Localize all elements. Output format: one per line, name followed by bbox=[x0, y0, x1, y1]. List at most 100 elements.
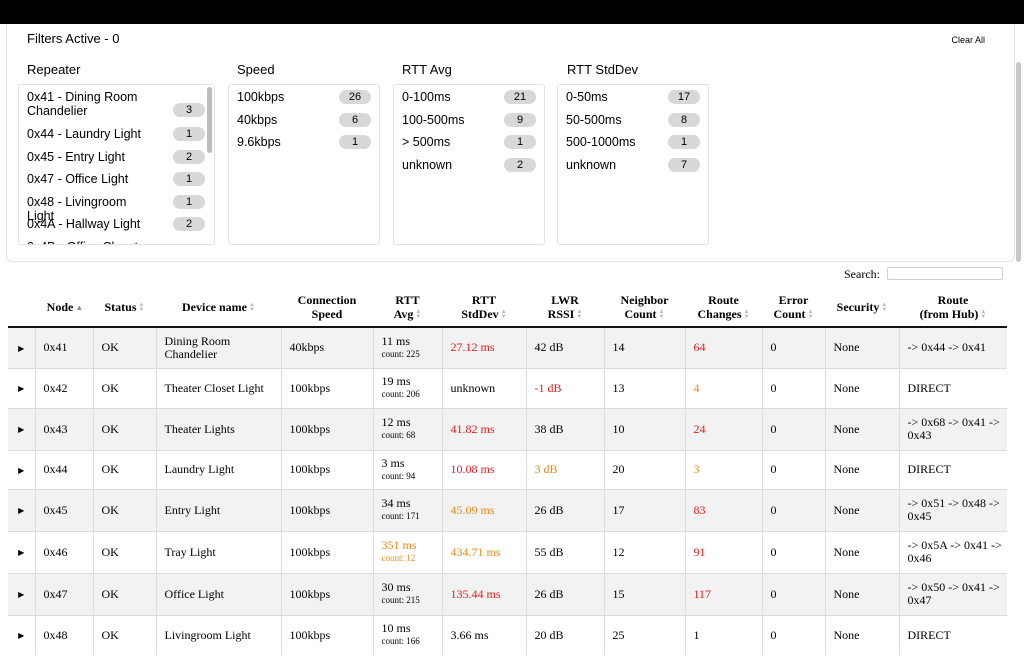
expand-triangle-icon[interactable]: ▶ bbox=[18, 344, 24, 353]
expand-cell[interactable]: ▶ bbox=[8, 530, 35, 573]
filter-option[interactable]: 0x47 - Office Light 1 bbox=[27, 172, 206, 195]
table-row[interactable]: ▶ 0x48 OK Livingroom Light 100kbps 10 ms count… bbox=[8, 614, 1007, 655]
filter-option[interactable]: 0x4B - Office Closet Light bbox=[27, 240, 206, 245]
sort-icon: ▲ ▼ bbox=[415, 308, 422, 320]
filter-option[interactable]: > 500ms 1 bbox=[402, 135, 536, 158]
col-speed-header[interactable]: Connection Speed bbox=[281, 287, 373, 328]
error-count-cell: 0 bbox=[761, 488, 825, 531]
repeater-list-scrollbar[interactable] bbox=[207, 87, 212, 153]
rtt-stddev-cell: 27.12 ms bbox=[441, 326, 526, 368]
rtt-avg-value: 34 ms bbox=[381, 496, 411, 510]
expand-cell[interactable]: ▶ bbox=[8, 367, 35, 408]
filter-option[interactable]: 40kbps 6 bbox=[237, 112, 371, 136]
status-cell: OK bbox=[92, 614, 156, 655]
clear-all-button[interactable]: Clear All bbox=[951, 35, 985, 45]
rtt-count: count: 215 bbox=[381, 595, 420, 605]
expand-triangle-icon[interactable]: ▶ bbox=[18, 384, 24, 393]
col-neighbor-header[interactable]: Neighbor Count ▲ ▼ bbox=[604, 287, 685, 328]
speed-filter-list[interactable]: 100kbps 26 40kbps 6 9.6kbps 1 bbox=[228, 84, 380, 245]
filter-option-label: 100kbps bbox=[237, 90, 285, 104]
expand-triangle-icon[interactable]: ▶ bbox=[18, 548, 24, 557]
col-device-header[interactable]: Device name ▲ ▼ bbox=[156, 287, 281, 328]
rtt-avg-filter-list[interactable]: 0-100ms 21 100-500ms 9 > 500ms 1 unknown 2 bbox=[393, 84, 545, 245]
filter-option[interactable]: 100kbps 26 bbox=[237, 90, 371, 113]
col-rtt-stddev-header[interactable]: RTT StdDev ▲ ▼ bbox=[442, 287, 526, 328]
col-node-header[interactable]: Node ▲ bbox=[35, 287, 93, 328]
filter-option-label: 0-100ms bbox=[402, 90, 451, 104]
filter-option-label: 0x45 - Entry Light bbox=[27, 149, 125, 164]
rssi-cell: 20 dB bbox=[525, 614, 604, 655]
rtt-count: count: 206 bbox=[381, 389, 420, 399]
repeater-filter-list[interactable]: 0x41 - Dining Room Chandelier 3 0x44 - Lau… bbox=[18, 84, 215, 245]
filter-option[interactable]: 9.6kbps 1 bbox=[237, 135, 371, 158]
filter-option[interactable]: 0-100ms 21 bbox=[402, 90, 536, 113]
col-route-header[interactable]: Route (from Hub) ▲ ▼ bbox=[899, 287, 1007, 328]
filter-option[interactable]: unknown 7 bbox=[566, 157, 700, 181]
filter-option[interactable]: 0-50ms 17 bbox=[566, 90, 700, 113]
filter-option[interactable]: 0x45 - Entry Light 2 bbox=[27, 149, 206, 173]
filter-option-label: 100-500ms bbox=[402, 112, 465, 127]
nodes-table: Node ▲ Status ▲ ▼ Device name ▲ ▼ Connection S… bbox=[8, 287, 1007, 655]
table-row[interactable]: ▶ 0x42 OK Theater Closet Light 100kbps 19 ms c… bbox=[8, 367, 1007, 408]
table-row[interactable]: ▶ 0x47 OK Office Light 100kbps 30 ms count: 21… bbox=[8, 572, 1007, 615]
node-cell: 0x45 bbox=[34, 488, 93, 531]
table-row[interactable]: ▶ 0x46 OK Tray Light 100kbps 351 ms count: 12 4… bbox=[8, 530, 1007, 573]
search-input[interactable] bbox=[887, 267, 1003, 280]
expand-triangle-icon[interactable]: ▶ bbox=[18, 425, 24, 434]
filter-option-label: 0x47 - Office Light bbox=[27, 172, 129, 186]
rtt-stddev-filter-label: RTT StdDev bbox=[567, 62, 639, 77]
error-count-cell: 0 bbox=[761, 326, 825, 368]
route-cell: -> 0x44 -> 0x41 bbox=[898, 326, 1007, 368]
col-expand bbox=[8, 287, 35, 328]
expand-cell[interactable]: ▶ bbox=[8, 614, 35, 655]
filter-option[interactable]: 500-1000ms 1 bbox=[566, 135, 700, 158]
rtt-count: count: 171 bbox=[381, 511, 420, 521]
col-status-header[interactable]: Status ▲ ▼ bbox=[93, 287, 156, 328]
table-row[interactable]: ▶ 0x44 OK Laundry Light 100kbps 3 ms count: 94… bbox=[8, 449, 1007, 489]
filter-option[interactable]: 50-500ms 8 bbox=[566, 112, 700, 136]
expand-triangle-icon[interactable]: ▶ bbox=[18, 466, 24, 475]
table-row[interactable]: ▶ 0x43 OK Theater Lights 100kbps 12 ms count: … bbox=[8, 407, 1007, 450]
expand-cell[interactable]: ▶ bbox=[8, 449, 35, 489]
filter-option[interactable]: 0x48 - Livingroom Light 1 bbox=[27, 194, 206, 223]
expand-cell[interactable]: ▶ bbox=[8, 326, 35, 368]
col-route-changes-header[interactable]: Route Changes ▲ ▼ bbox=[685, 287, 762, 328]
expand-triangle-icon[interactable]: ▶ bbox=[18, 590, 24, 599]
neighbor-count-cell: 17 bbox=[603, 488, 685, 531]
rtt-stddev-filter-list[interactable]: 0-50ms 17 50-500ms 8 500-1000ms 1 unknown 7 bbox=[557, 84, 709, 245]
filter-option[interactable]: unknown 2 bbox=[402, 157, 536, 181]
filter-option-label: 0x4B - Office Closet Light bbox=[27, 240, 154, 245]
table-row[interactable]: ▶ 0x45 OK Entry Light 100kbps 34 ms count: 171… bbox=[8, 488, 1007, 531]
rtt-avg-value: 3 ms bbox=[381, 455, 405, 470]
expand-cell[interactable]: ▶ bbox=[8, 488, 35, 531]
sort-icon: ▲ ▼ bbox=[138, 301, 145, 313]
filter-option[interactable]: 0x41 - Dining Room Chandelier 3 bbox=[27, 90, 206, 127]
filter-count-badge: 3 bbox=[173, 103, 205, 117]
node-cell: 0x44 bbox=[34, 449, 93, 489]
node-cell: 0x47 bbox=[34, 572, 93, 615]
route-changes-cell: 64 bbox=[684, 326, 762, 368]
filter-option[interactable]: 0x4A - Hallway Light 2 bbox=[27, 217, 206, 240]
table-row[interactable]: ▶ 0x41 OK Dining Room Chandelier 40kbps 11 ms… bbox=[8, 326, 1007, 368]
rtt-stddev-cell: 45.09 ms bbox=[441, 488, 526, 531]
expand-triangle-icon[interactable]: ▶ bbox=[18, 506, 24, 515]
error-count-cell: 0 bbox=[761, 407, 825, 450]
rtt-avg-cell: 11 ms count: 225 bbox=[372, 326, 442, 368]
filter-count-badge: 2 bbox=[504, 157, 536, 172]
filter-option[interactable]: 100-500ms 9 bbox=[402, 112, 536, 136]
neighbor-count-cell: 12 bbox=[603, 530, 685, 573]
expand-cell[interactable]: ▶ bbox=[8, 572, 35, 615]
col-rtt-avg-header[interactable]: RTT Avg ▲ ▼ bbox=[373, 287, 442, 328]
page-scrollbar[interactable] bbox=[1016, 62, 1021, 262]
col-error-header[interactable]: Error Count ▲ ▼ bbox=[762, 287, 825, 328]
expand-cell[interactable]: ▶ bbox=[8, 407, 35, 450]
col-security-header[interactable]: Security ▲ ▼ bbox=[825, 287, 899, 328]
filter-option[interactable]: 0x44 - Laundry Light 1 bbox=[27, 127, 206, 150]
error-count-cell: 0 bbox=[761, 614, 825, 655]
device-name-cell: Dining Room Chandelier bbox=[155, 326, 281, 368]
security-cell: None bbox=[824, 488, 899, 531]
neighbor-count-cell: 10 bbox=[603, 407, 685, 450]
expand-triangle-icon[interactable]: ▶ bbox=[18, 631, 24, 640]
rtt-avg-value: 30 ms bbox=[381, 580, 411, 594]
col-rssi-header[interactable]: LWR RSSI ▲ ▼ bbox=[526, 287, 604, 328]
